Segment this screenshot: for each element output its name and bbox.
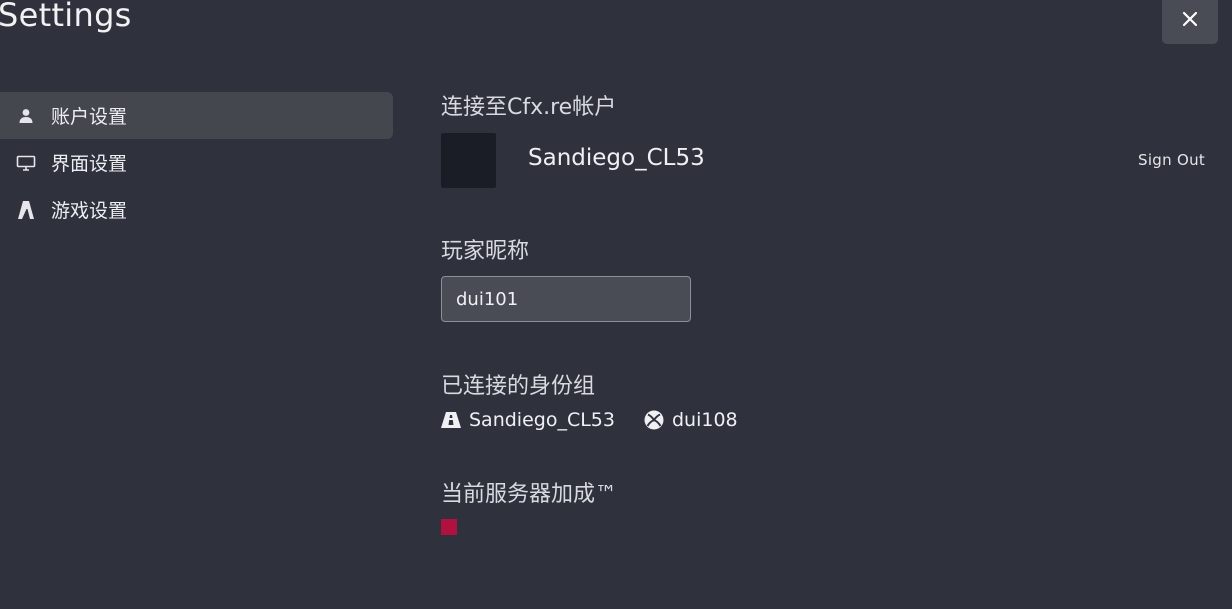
account-heading: 连接至Cfx.re帐户 [441, 95, 617, 120]
identity-item-cfx: Sandiego_CL53 [441, 409, 615, 431]
sidebar-item-label: 账户设置 [51, 106, 128, 128]
sidebar-item-account[interactable]: 账户设置 [0, 92, 393, 139]
sidebar-item-interface[interactable]: 界面设置 [0, 139, 393, 186]
sign-out-button[interactable]: Sign Out [1138, 151, 1205, 169]
identity-name: dui108 [672, 409, 738, 431]
account-username: Sandiego_CL53 [528, 145, 705, 171]
cfx-logo-icon [441, 410, 461, 430]
close-icon [1182, 11, 1198, 27]
game-logo-icon [15, 186, 37, 233]
nickname-heading: 玩家昵称 [441, 239, 530, 264]
sidebar-item-label: 界面设置 [51, 153, 128, 175]
sidebar: 账户设置 界面设置 游戏设置 [0, 92, 393, 233]
sidebar-item-game[interactable]: 游戏设置 [0, 186, 393, 233]
close-button[interactable] [1162, 0, 1218, 44]
avatar [441, 133, 496, 188]
user-icon [15, 92, 37, 139]
boost-heading: 当前服务器加成™ [441, 482, 618, 507]
page-title: Settings [0, 0, 132, 34]
boost-indicator [441, 519, 457, 535]
settings-page: Settings 账户设置 界面设置 游戏设置 连接至Cfx.re帐户 Sand… [0, 0, 1232, 609]
identities-heading: 已连接的身份组 [441, 374, 596, 399]
identity-name: Sandiego_CL53 [469, 409, 615, 431]
xbox-icon [644, 410, 664, 430]
monitor-icon [15, 139, 37, 186]
nickname-input[interactable] [441, 276, 691, 322]
identity-item-xbox: dui108 [644, 409, 738, 431]
sidebar-item-label: 游戏设置 [51, 200, 128, 222]
